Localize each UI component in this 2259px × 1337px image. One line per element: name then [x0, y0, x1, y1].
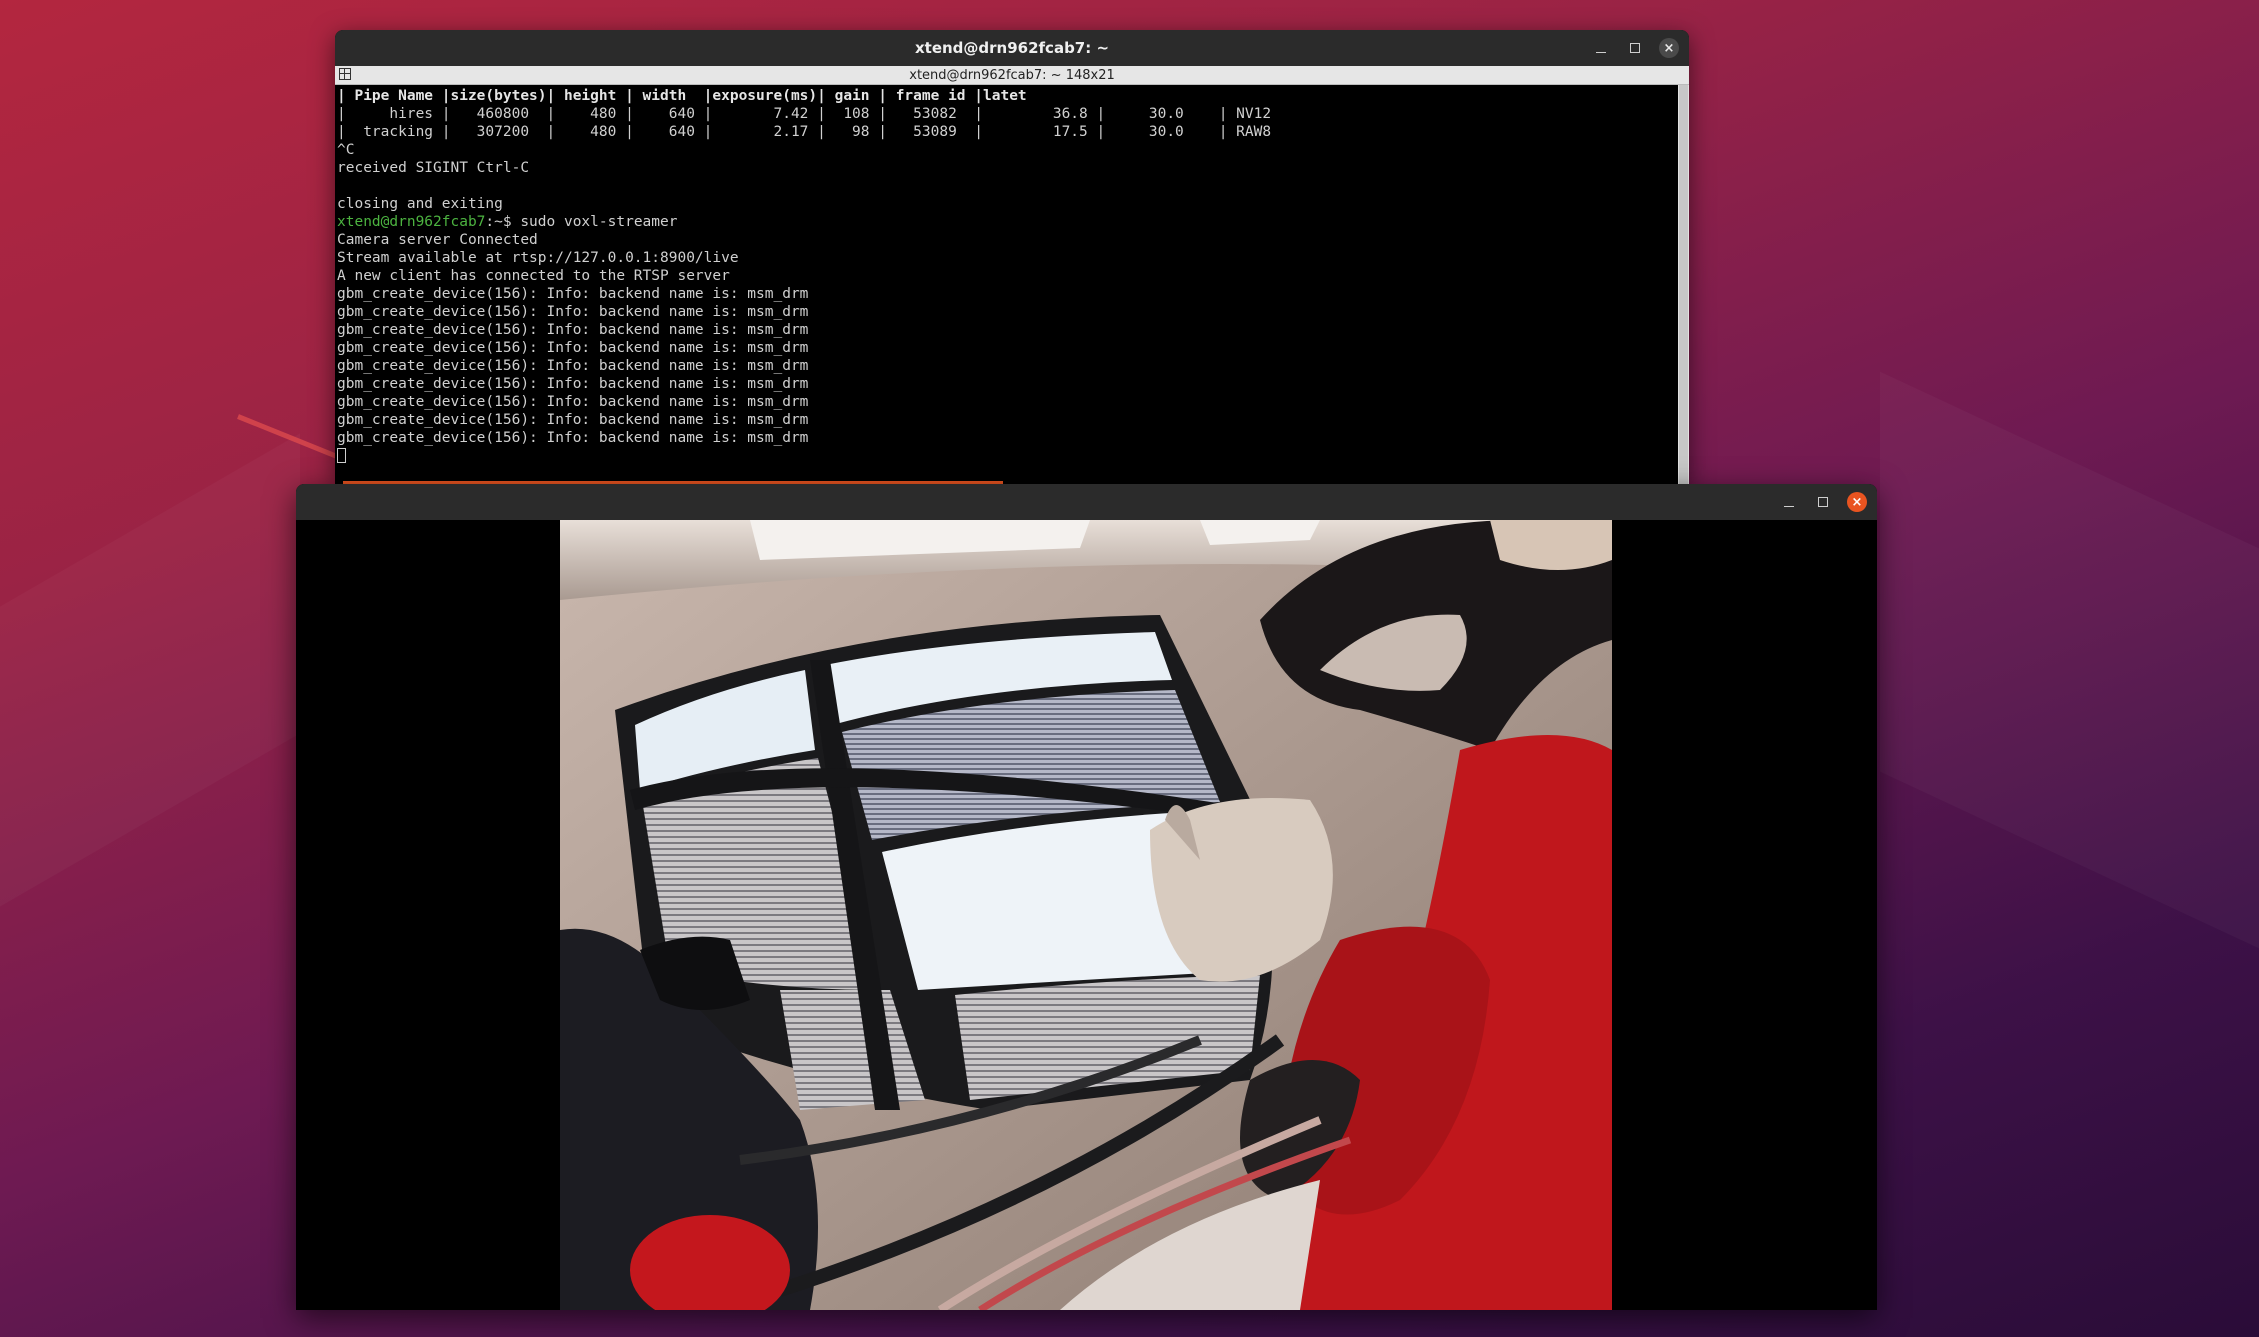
terminal-scrollbar[interactable] [1678, 85, 1689, 484]
camera-stream-frame [560, 520, 1612, 1310]
command-text: sudo voxl-streamer [520, 214, 678, 230]
close-icon[interactable]: × [1659, 38, 1679, 58]
table-header: | Pipe Name |size(bytes)| height | width… [337, 88, 1027, 104]
prompt-user: xtend@drn962fcab7 [337, 214, 486, 230]
output-line: gbm_create_device(156): Info: backend na… [337, 358, 809, 374]
output-line: gbm_create_device(156): Info: backend na… [337, 286, 809, 302]
terminal-window-controls: × [1591, 30, 1679, 66]
terminal-title: xtend@drn962fcab7: ~ [914, 39, 1110, 57]
close-icon[interactable]: × [1847, 492, 1867, 512]
output-line: gbm_create_device(156): Info: backend na… [337, 340, 809, 356]
terminal-text: | Pipe Name |size(bytes)| height | width… [337, 87, 1689, 465]
terminal-output[interactable]: | Pipe Name |size(bytes)| height | width… [335, 85, 1689, 484]
text-cursor [337, 448, 346, 463]
wallpaper-shape [0, 433, 300, 906]
minimize-icon[interactable] [1779, 492, 1799, 512]
output-line: gbm_create_device(156): Info: backend na… [337, 430, 809, 446]
terminal-window[interactable]: xtend@drn962fcab7: ~ × xtend@drn962fcab7… [335, 30, 1689, 484]
video-viewport[interactable] [296, 520, 1877, 1310]
camera-image [560, 520, 1612, 1310]
terminal-info-bar: xtend@drn962fcab7: ~ 148x21 [335, 66, 1689, 85]
terminal-layout-icon[interactable] [339, 68, 351, 80]
table-row: | hires | 460800 | 480 | 640 | 7.42 | 10… [337, 106, 1272, 122]
video-titlebar[interactable]: × [296, 484, 1877, 520]
output-line: ^C [337, 142, 355, 158]
output-line: gbm_create_device(156): Info: backend na… [337, 304, 809, 320]
output-line: Camera server Connected [337, 232, 538, 248]
wallpaper-shape [1880, 372, 2259, 949]
maximize-icon[interactable] [1625, 38, 1645, 58]
output-line: gbm_create_device(156): Info: backend na… [337, 412, 809, 428]
video-player-window[interactable]: × [296, 484, 1877, 1310]
minimize-icon[interactable] [1591, 38, 1611, 58]
output-line: A new client has connected to the RTSP s… [337, 268, 730, 284]
terminal-size-label: xtend@drn962fcab7: ~ 148x21 [909, 67, 1115, 83]
table-row: | tracking | 307200 | 480 | 640 | 2.17 |… [337, 124, 1272, 140]
output-line: gbm_create_device(156): Info: backend na… [337, 376, 809, 392]
output-line: gbm_create_device(156): Info: backend na… [337, 322, 809, 338]
scrollbar-thumb[interactable] [1679, 85, 1688, 484]
maximize-icon[interactable] [1813, 492, 1833, 512]
prompt-suffix: :~$ [485, 214, 521, 230]
output-line: gbm_create_device(156): Info: backend na… [337, 394, 809, 410]
desktop: { "terminal": { "title": "xtend@drn962fc… [0, 0, 2259, 1337]
output-line: received SIGINT Ctrl-C [337, 160, 530, 176]
output-line: closing and exiting [337, 196, 503, 212]
video-window-controls: × [1779, 484, 1867, 520]
terminal-titlebar[interactable]: xtend@drn962fcab7: ~ × [335, 30, 1689, 66]
output-line: Stream available at rtsp://127.0.0.1:890… [337, 250, 739, 266]
